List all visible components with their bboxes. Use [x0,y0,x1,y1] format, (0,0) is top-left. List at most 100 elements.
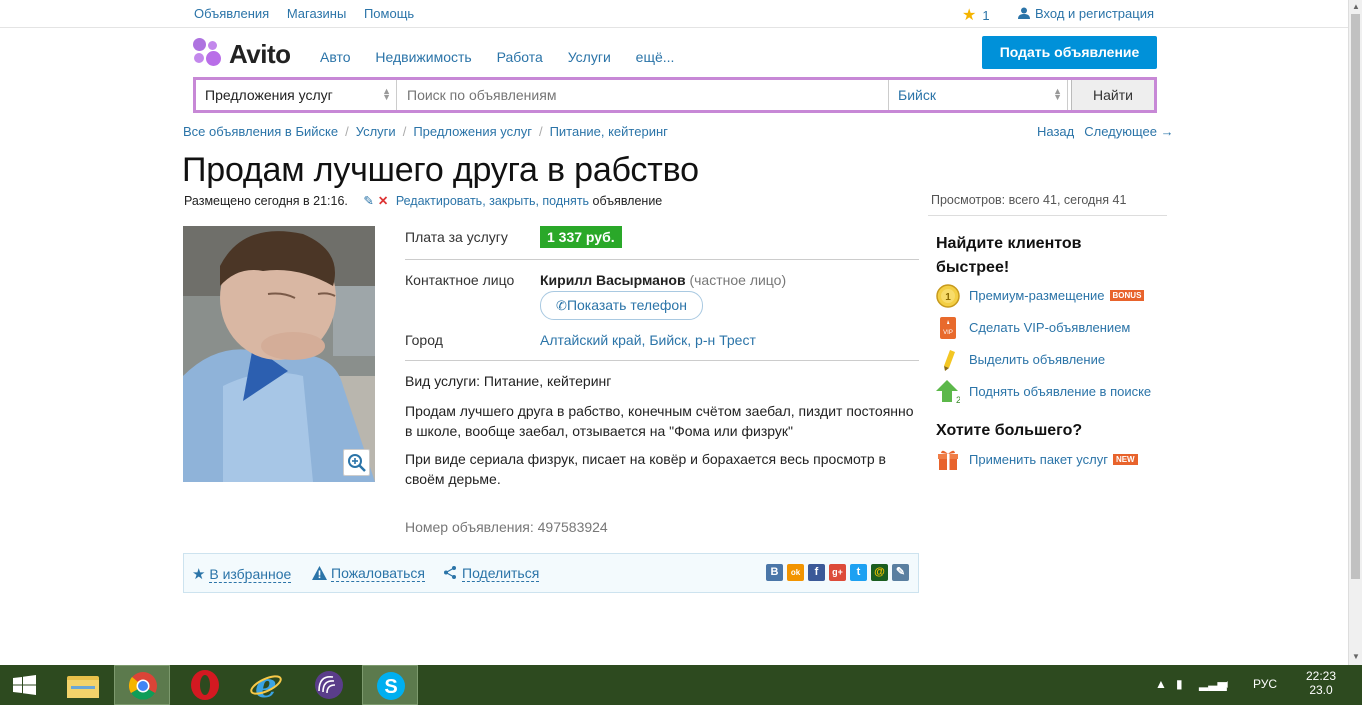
taskbar-ie[interactable]: e [238,665,294,706]
city-select[interactable]: Бийск ▲ ▼ [888,80,1068,110]
listing-photo[interactable] [183,226,375,482]
skype-icon: S [377,672,405,700]
close-icon[interactable]: ✕ [378,194,388,208]
show-phone-button[interactable]: ✆Показать телефон [540,291,703,320]
premium-label: Премиум-размещение [969,288,1105,303]
ad-number: Номер объявления: 497583924 [405,519,608,535]
taskbar-skype[interactable]: S [362,665,418,705]
arrow-up-icon: 2 [936,380,960,404]
breadcrumb-item[interactable]: Все объявления в Бийске [183,124,338,139]
actions-bar: ★ В избранное Пожаловаться Поделиться B … [183,553,919,593]
main-nav: Авто Недвижимость Работа Услуги ещё... [320,49,695,65]
start-button[interactable] [0,665,56,705]
scroll-down-icon[interactable]: ▼ [1352,652,1360,661]
breadcrumb-item[interactable]: Предложения услуг [413,124,532,139]
price-badge: 1 337 руб. [540,226,622,248]
opera-icon [191,670,219,700]
promo-heading: Найдите клиентов быстрее! [936,232,1136,280]
edit-links[interactable]: Редактировать, закрыть, поднять [396,194,589,208]
svg-text:2: 2 [956,395,960,404]
prev-link[interactable]: Назад [1037,124,1074,139]
warning-icon [312,566,327,580]
odnoklassniki-icon[interactable]: ok [787,564,804,581]
select-arrows-icon: ▲ ▼ [382,86,391,102]
google-plus-icon[interactable]: g+ [829,564,846,581]
divider [928,215,1167,216]
search-button[interactable]: Найти [1071,80,1154,110]
battery-icon[interactable]: ▮ [1176,677,1183,691]
user-icon [1018,7,1030,19]
language-indicator[interactable]: РУС [1253,677,1277,691]
facebook-icon[interactable]: f [808,564,825,581]
nav-more[interactable]: ещё... [636,49,675,65]
scroll-thumb[interactable] [1351,14,1360,579]
bonus-badge: BONUS [1109,290,1145,301]
favorites-link[interactable]: ★ 1 [962,5,990,25]
highlight-label: Выделить объявление [969,352,1106,367]
city-link[interactable]: Алтайский край, Бийск, р-н Трест [540,332,756,348]
seller-info: Кирилл Васырманов (частное лицо) [540,272,786,288]
favorite-label: В избранное [209,566,292,583]
windows-taskbar: e S ▲ ▮ ▂▃▅ 🔈︎ РУС 22:23 23.0 [0,665,1362,706]
clock[interactable]: 22:23 23.0 [1306,669,1336,697]
posted-date: Размещено сегодня в 21:16. [184,194,348,208]
top-nav: Объявления Магазины Помощь [194,6,428,21]
edit-suffix: объявление [592,194,663,208]
svg-text:VIP: VIP [943,330,953,336]
vk-icon[interactable]: B [766,564,783,581]
complain-button[interactable]: Пожаловаться [312,565,426,582]
login-label: Вход и регистрация [1035,6,1155,21]
login-link[interactable]: Вход и регистрация [1018,6,1154,21]
description-paragraph: Продам лучшего друга в рабство, конечным… [405,403,914,439]
search-bar: Предложения услуг ▲▼ Бийск ▲▼ Найти [193,77,1157,113]
taskbar-opera[interactable] [177,665,233,705]
share-button[interactable]: Поделиться [444,565,540,582]
taskbar-explorer[interactable] [57,665,113,705]
top-nav-help[interactable]: Помощь [364,6,414,21]
more-heading: Хотите большего? [936,419,1082,443]
pager: Назад Следующее → [1027,124,1174,139]
livejournal-icon[interactable]: ✎ [892,564,909,581]
vip-icon: VIP [940,317,956,339]
category-value: Предложения услуг [205,87,333,103]
volume-icon[interactable]: 🔈︎ [1224,677,1231,692]
search-input[interactable] [398,80,887,110]
complain-label: Пожаловаться [331,565,426,582]
favorite-button[interactable]: ★ В избранное [192,565,292,583]
page-scrollbar[interactable]: ▲ ▼ [1348,0,1362,665]
tray-expand-icon[interactable]: ▲ [1155,677,1167,691]
description-paragraph: При виде сериала физрук, писает на ковёр… [405,451,886,487]
seller-type: (частное лицо) [689,272,787,288]
category-select[interactable]: Предложения услуг ▲ ▼ [196,80,397,110]
nav-realty[interactable]: Недвижимость [375,49,471,65]
nav-jobs[interactable]: Работа [497,49,543,65]
price-label: Плата за услугу [405,229,508,245]
top-bar: Объявления Магазины Помощь ★ 1 Вход и рег… [0,0,1348,28]
zoom-in-icon [348,454,366,472]
pencil-icon[interactable]: ✎ [363,194,373,208]
breadcrumb-item[interactable]: Питание, кейтеринг [550,124,668,139]
top-nav-shops[interactable]: Магазины [287,6,347,21]
seller-name: Кирилл Васырманов [540,272,686,288]
taskbar-app[interactable] [301,665,357,705]
nav-auto[interactable]: Авто [320,49,351,65]
post-ad-button[interactable]: Подать объявление [982,36,1157,69]
promo-title: Найдите клиентов быстрее! [936,235,1082,276]
more-title: Хотите большего? [936,422,1083,439]
zoom-button[interactable] [343,449,370,476]
twitter-icon[interactable]: t [850,564,867,581]
logo-dots-icon [193,38,223,68]
clock-time: 22:23 [1306,669,1337,683]
signal-icon[interactable]: ▂▃▅ [1199,677,1227,691]
top-nav-ads[interactable]: Объявления [194,6,269,21]
scroll-up-icon[interactable]: ▲ [1352,2,1360,11]
next-link[interactable]: Следующее → [1084,124,1173,139]
mail-icon[interactable]: @ [871,564,888,581]
raise-label: Поднять объявление в поиске [969,384,1152,399]
marker-icon [944,350,955,371]
breadcrumb-item[interactable]: Услуги [356,124,396,139]
taskbar-chrome[interactable] [114,665,170,705]
nav-services[interactable]: Услуги [568,49,611,65]
view-count: Просмотров: всего 41, сегодня 41 [931,193,1127,207]
share-icon [444,566,456,579]
